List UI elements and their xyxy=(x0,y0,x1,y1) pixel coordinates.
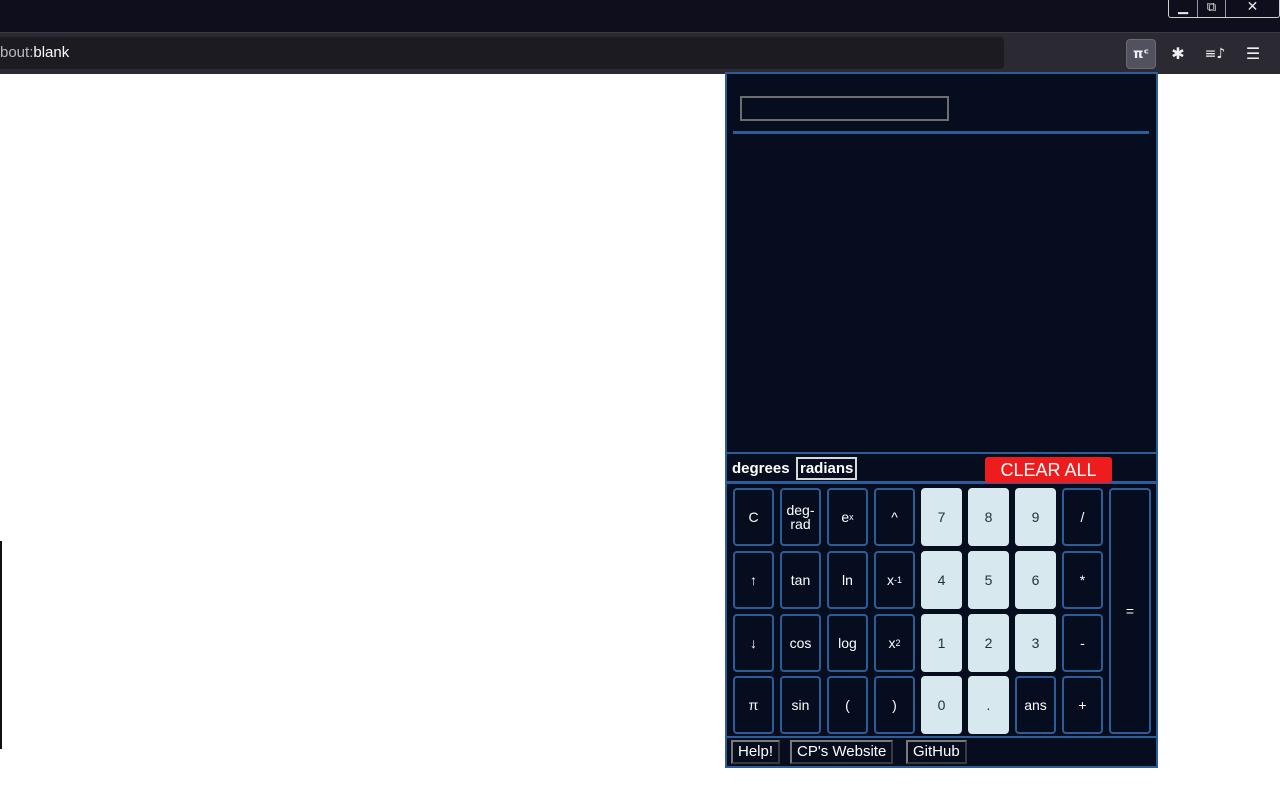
right-paren-key[interactable]: ) xyxy=(874,676,915,734)
help-button[interactable]: Help! xyxy=(731,740,781,764)
square-base: x xyxy=(888,635,896,651)
ans-key[interactable]: ans xyxy=(1015,676,1056,734)
deg-rad-label-2: rad xyxy=(790,516,811,532)
page-edge-line xyxy=(0,541,2,749)
exp-base: e xyxy=(841,509,850,525)
tan-key[interactable]: tan xyxy=(780,551,821,609)
pi-key[interactable]: π xyxy=(733,676,774,734)
subtract-key[interactable]: - xyxy=(1062,614,1103,672)
history-down-key[interactable]: ↓ xyxy=(733,614,774,672)
github-button[interactable]: GitHub xyxy=(906,740,967,764)
left-paren-key[interactable]: ( xyxy=(827,676,868,734)
digit-3-key[interactable]: 3 xyxy=(1015,614,1056,672)
expression-input[interactable] xyxy=(740,96,949,121)
decimal-key[interactable]: . xyxy=(968,676,1009,734)
digit-9-key[interactable]: 9 xyxy=(1015,488,1056,546)
browser-navbar: bout:blank πᶜ ✱ ≡♪ ☰ xyxy=(0,32,1280,74)
url-text: blank xyxy=(33,44,70,61)
add-key[interactable]: + xyxy=(1062,676,1103,734)
digit-0-key[interactable]: 0 xyxy=(921,676,962,734)
minimize-button[interactable]: ▁ xyxy=(1169,0,1197,17)
calculator-popup: degrees radians CLEAR ALL C deg-rad ex ^… xyxy=(725,72,1158,768)
puzzle-icon[interactable]: ✱ xyxy=(1163,39,1193,69)
digit-5-key[interactable]: 5 xyxy=(968,551,1009,609)
playlist-icon[interactable]: ≡♪ xyxy=(1200,39,1230,69)
website-button[interactable]: CP's Website xyxy=(790,740,894,764)
ln-key[interactable]: ln xyxy=(827,551,868,609)
clear-all-button[interactable]: CLEAR ALL xyxy=(985,457,1112,483)
inverse-key[interactable]: x -1 xyxy=(874,551,915,609)
degrees-toggle[interactable]: degrees xyxy=(732,460,790,477)
window-controls: ▁ ⧉ ✕ xyxy=(1168,0,1280,18)
url-bar[interactable]: bout:blank xyxy=(0,37,1004,69)
digit-7-key[interactable]: 7 xyxy=(921,488,962,546)
mode-row: degrees radians CLEAR ALL xyxy=(727,452,1156,484)
restore-button[interactable]: ⧉ xyxy=(1197,0,1225,17)
equals-key[interactable]: = xyxy=(1109,488,1151,734)
history-up-key[interactable]: ↑ xyxy=(733,551,774,609)
cos-key[interactable]: cos xyxy=(780,614,821,672)
digit-4-key[interactable]: 4 xyxy=(921,551,962,609)
hamburger-menu-icon[interactable]: ☰ xyxy=(1238,39,1268,69)
clear-key[interactable]: C xyxy=(733,488,774,546)
inverse-base: x xyxy=(886,572,894,588)
power-key[interactable]: ^ xyxy=(874,488,915,546)
deg-rad-key[interactable]: deg-rad xyxy=(780,488,821,546)
url-prefix: bout: xyxy=(0,44,34,61)
close-button[interactable]: ✕ xyxy=(1225,0,1279,17)
calculator-extension-button[interactable]: πᶜ xyxy=(1126,39,1156,69)
digit-8-key[interactable]: 8 xyxy=(968,488,1009,546)
radians-toggle[interactable]: radians xyxy=(796,457,858,480)
log-key[interactable]: log xyxy=(827,614,868,672)
history-area xyxy=(730,136,1154,452)
digit-6-key[interactable]: 6 xyxy=(1015,551,1056,609)
multiply-key[interactable]: * xyxy=(1062,551,1103,609)
window-titlebar: ▁ ⧉ ✕ xyxy=(0,0,1280,32)
digit-2-key[interactable]: 2 xyxy=(968,614,1009,672)
sin-key[interactable]: sin xyxy=(780,676,821,734)
square-key[interactable]: x2 xyxy=(874,614,915,672)
digit-1-key[interactable]: 1 xyxy=(921,614,962,672)
footer-links: Help! CP's Website GitHub xyxy=(727,736,1156,766)
divide-key[interactable]: / xyxy=(1062,488,1103,546)
deg-rad-label-1: deg- xyxy=(786,502,815,518)
exp-key[interactable]: ex xyxy=(827,488,868,546)
divider xyxy=(733,131,1149,134)
